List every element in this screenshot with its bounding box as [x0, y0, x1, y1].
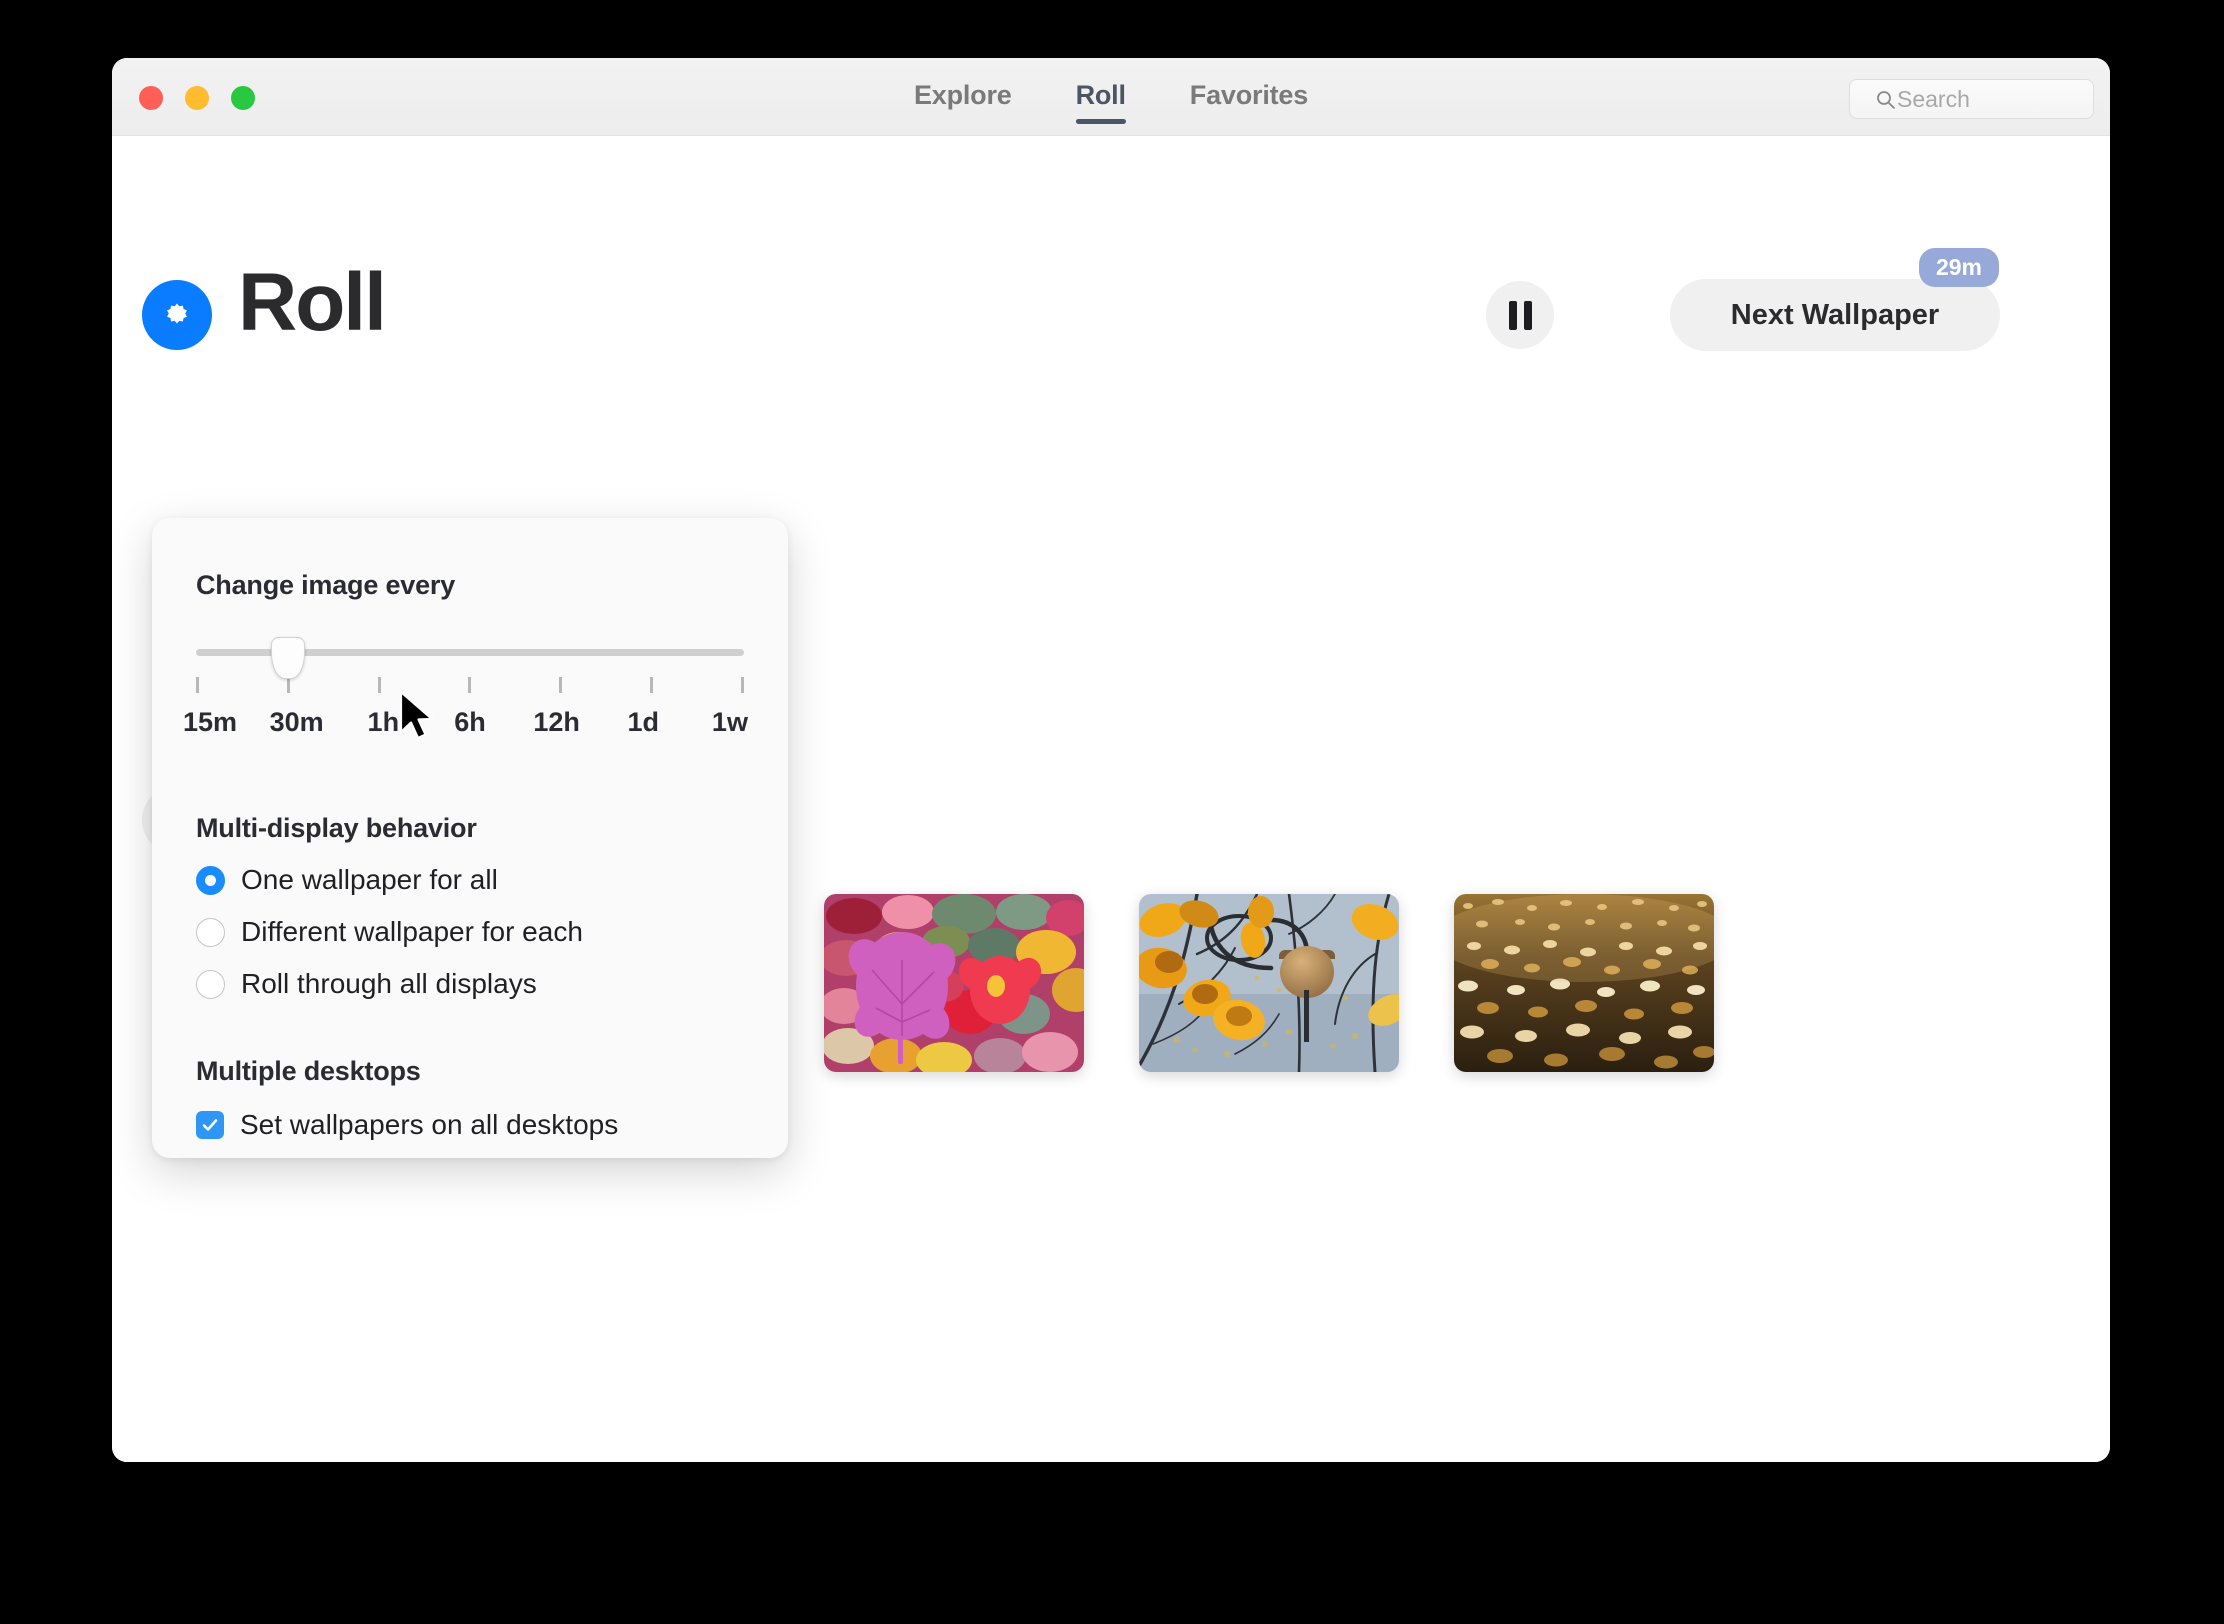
- zoom-button[interactable]: [231, 86, 255, 110]
- tab-favorites[interactable]: Favorites: [1190, 80, 1308, 115]
- radio-icon-selected[interactable]: [196, 865, 225, 895]
- pause-icon-bar-right: [1523, 300, 1532, 330]
- settings-button[interactable]: [142, 280, 212, 350]
- search-icon: [1877, 91, 1895, 109]
- radio-one-wallpaper-for-all[interactable]: One wallpaper for all: [196, 864, 744, 896]
- multiple-desktops-heading: Multiple desktops: [196, 1056, 421, 1086]
- radio-roll-through-all-displays[interactable]: Roll through all displays: [196, 968, 744, 1000]
- thumbnail-image-2: [823, 894, 1084, 1072]
- slider-tick: [196, 677, 199, 693]
- pause-button[interactable]: [1486, 281, 1554, 349]
- checkbox-set-wallpapers-on-all-desktops[interactable]: Set wallpapers on all desktops: [196, 1109, 744, 1141]
- checkbox-label: Set wallpapers on all desktops: [240, 1109, 619, 1140]
- nav-tabs: Explore Roll Favorites: [914, 58, 1308, 136]
- radio-icon[interactable]: [196, 969, 225, 999]
- minimize-button[interactable]: [185, 86, 209, 110]
- search-field[interactable]: Search: [1849, 79, 2094, 119]
- radio-icon[interactable]: [196, 917, 225, 947]
- slider-tick: [468, 677, 472, 693]
- slider-label-1d[interactable]: 1d: [615, 707, 671, 738]
- thumbnail-image-4: [1453, 894, 1714, 1072]
- app-window: Explore Roll Favorites Search Roll Next …: [112, 58, 2110, 1462]
- gear-icon: [167, 303, 187, 324]
- arrow-cursor: [399, 690, 434, 740]
- multiple-desktops-section: Multiple desktops Set wallpapers on all …: [196, 1056, 744, 1141]
- slider-tick-labels: 15m 30m 1h 6h 12h 1d 1w: [182, 707, 758, 738]
- title-bar: Explore Roll Favorites Search: [112, 58, 2110, 136]
- next-wallpaper-button[interactable]: Next Wallpaper: [1670, 279, 2000, 351]
- multi-display-section: Multi-display behavior One wallpaper for…: [196, 813, 744, 1000]
- interval-slider[interactable]: 15m 30m 1h 6h 12h 1d 1w: [183, 637, 748, 757]
- slider-tick: [650, 677, 654, 693]
- checkbox-icon-checked[interactable]: [196, 1111, 224, 1139]
- thumbnail-yellow-maple-leaves-street-lamp[interactable]: [1138, 894, 1399, 1072]
- countdown-badge: 29m: [1918, 248, 1999, 287]
- slider-tick: [559, 677, 563, 693]
- slider-label-15m[interactable]: 15m: [182, 707, 238, 738]
- slider-tick: [286, 677, 290, 693]
- page-title: Roll: [238, 257, 387, 348]
- radio-label: One wallpaper for all: [241, 864, 498, 895]
- page-body: Roll Next Wallpaper 29m Up Ne: [112, 136, 2110, 1462]
- slider-handle[interactable]: [271, 637, 306, 679]
- close-button[interactable]: [139, 86, 163, 110]
- radio-different-wallpaper-for-each[interactable]: Different wallpaper for each: [196, 916, 744, 948]
- slider-tick: [740, 677, 744, 693]
- thumbnail-image-3: [1138, 894, 1399, 1072]
- thumbnail-vibrant-pink-maple-leaves[interactable]: [823, 894, 1084, 1072]
- slider-ticks: [196, 677, 744, 693]
- checkmark-icon: [202, 1119, 218, 1131]
- slider-label-12h[interactable]: 12h: [529, 707, 585, 738]
- next-wallpaper-label: Next Wallpaper: [1730, 298, 1940, 331]
- search-placeholder: Search: [1897, 85, 1970, 112]
- pause-icon-bar-left: [1508, 300, 1517, 330]
- tab-roll[interactable]: Roll: [1075, 80, 1127, 124]
- multi-display-heading: Multi-display behavior: [196, 813, 477, 843]
- traffic-lights: [139, 86, 255, 110]
- slider-label-30m[interactable]: 30m: [269, 707, 325, 738]
- interval-heading: Change image every: [196, 570, 456, 600]
- page-header: Roll Next Wallpaper 29m: [112, 248, 2110, 384]
- radio-label: Different wallpaper for each: [241, 916, 583, 947]
- slider-label-6h[interactable]: 6h: [442, 707, 498, 738]
- tab-explore[interactable]: Explore: [914, 80, 1012, 115]
- thumbnail-fallen-golden-leaves-on-ground[interactable]: [1453, 894, 1714, 1072]
- radio-label: Roll through all displays: [241, 968, 537, 999]
- slider-tick: [377, 677, 381, 693]
- slider-label-1w[interactable]: 1w: [702, 707, 758, 738]
- roll-settings-popover: Change image every 15m 30m 1h 6h 12h 1d …: [152, 518, 788, 1158]
